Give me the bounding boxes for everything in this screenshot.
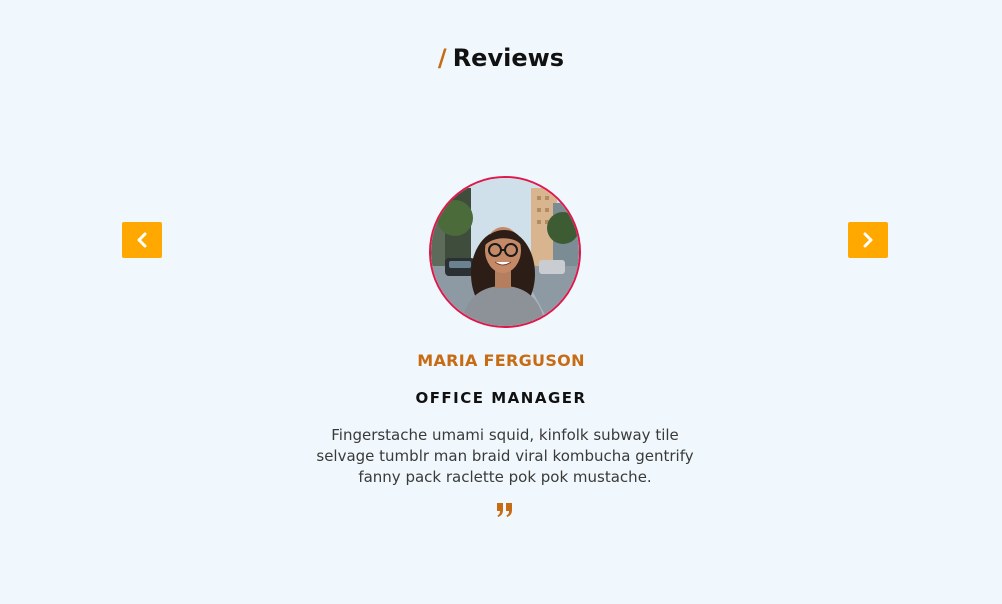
reviewer-name: MARIA FERGUSON <box>417 351 585 370</box>
review-text: Fingerstache umami squid, kinfolk subway… <box>316 426 694 486</box>
next-review-button[interactable] <box>848 222 888 258</box>
prev-review-button[interactable] <box>122 222 162 258</box>
title-text: Reviews <box>452 44 565 72</box>
chevron-right-icon <box>861 232 875 248</box>
section-title: / Reviews <box>0 42 1002 74</box>
reviewer-role: OFFICE MANAGER <box>415 389 587 407</box>
chevron-left-icon <box>135 232 149 248</box>
title-slash: / <box>437 44 447 72</box>
reviewer-avatar <box>429 176 581 328</box>
quote-icon <box>495 500 515 520</box>
